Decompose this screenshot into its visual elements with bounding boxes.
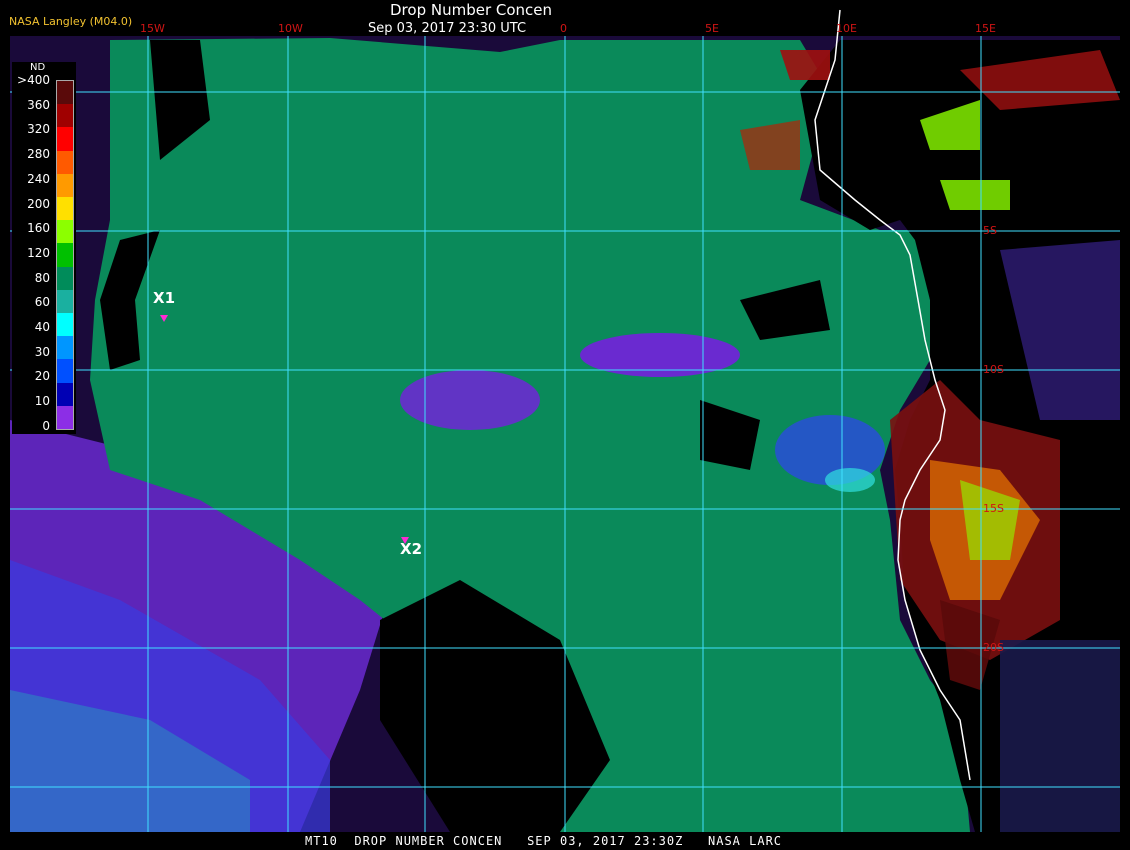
colorbar-title: ND <box>30 62 46 73</box>
cloud-map <box>0 0 1130 850</box>
colorbar-tick-label: 120 <box>27 245 50 260</box>
colorbar-tick-label: 160 <box>27 221 50 236</box>
colorbar-tick-label: 360 <box>27 97 50 112</box>
colorbar-tick-label: 30 <box>34 344 50 359</box>
colorbar-tick-label: 320 <box>27 122 50 137</box>
colorbar-tick-label: 10 <box>34 394 50 409</box>
lat-label-5s: 5S <box>983 224 997 237</box>
lon-label-5e: 5E <box>705 22 719 35</box>
colorbar-swatch <box>57 220 73 244</box>
lat-label-10s: 10S <box>983 363 1004 376</box>
lat-label-15s: 15S <box>983 502 1004 515</box>
footer-caption: MT10 DROP NUMBER CONCEN SEP 03, 2017 23:… <box>305 834 783 848</box>
colorbar-swatches <box>56 80 74 430</box>
map-title: Drop Number Concen <box>390 1 553 19</box>
colorbar-swatch <box>57 289 73 314</box>
map-datetime: Sep 03, 2017 23:30 UTC <box>368 21 527 36</box>
colorbar-swatch <box>57 382 73 407</box>
colorbar-tick-label: 40 <box>34 320 50 334</box>
lon-label-15w: 15W <box>140 22 165 35</box>
colorbar-swatch <box>57 104 73 128</box>
colorbar-swatch <box>57 243 73 268</box>
colorbar-swatch <box>57 313 73 337</box>
colorbar-tick-label: >400 <box>17 73 50 87</box>
colorbar-tick-label: 0 <box>42 418 50 433</box>
colorbar-swatch <box>57 127 73 152</box>
colorbar-tick-label: 200 <box>27 196 50 211</box>
lat-label-20s: 20S <box>983 641 1004 654</box>
lon-label-10w: 10W <box>278 22 303 35</box>
colorbar-swatch <box>57 405 73 430</box>
colorbar-tick-label: 60 <box>34 295 50 310</box>
lon-label-10e: 10E <box>836 22 857 35</box>
marker-x2-dot <box>401 530 409 544</box>
colorbar-swatch <box>57 150 73 175</box>
marker-x2-label: X2 <box>400 540 423 558</box>
colorbar-tick-label: 240 <box>27 171 50 186</box>
marker-x1-label: X1 <box>153 289 176 307</box>
colorbar-tick-label: 80 <box>34 270 50 285</box>
colorbar-swatch <box>57 266 73 291</box>
colorbar-swatch <box>57 359 73 384</box>
colorbar-swatch <box>57 336 73 360</box>
provider-label: NASA Langley (M04.0) <box>9 15 133 28</box>
lon-label-15e: 15E <box>975 22 996 35</box>
colorbar-swatch <box>57 81 73 105</box>
lon-label-0: 0 <box>560 22 567 35</box>
marker-x1-dot <box>160 308 168 322</box>
colorbar-tick-label: 280 <box>27 147 50 162</box>
colorbar-swatch <box>57 197 73 221</box>
colorbar-swatch <box>57 173 73 198</box>
colorbar-tick-label: 20 <box>34 369 50 384</box>
